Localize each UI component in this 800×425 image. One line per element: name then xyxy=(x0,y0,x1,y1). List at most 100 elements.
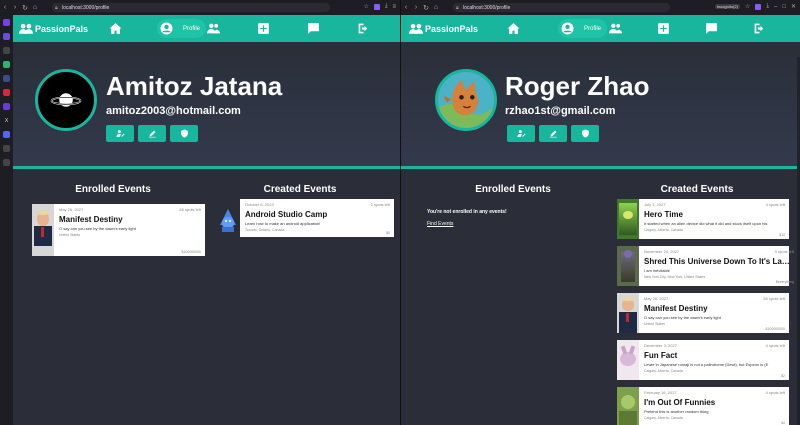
event-date: October 8, 2023 xyxy=(245,202,274,207)
enrolled-events-title: Enrolled Events xyxy=(75,184,151,195)
bookmark-icon[interactable]: ☆ xyxy=(745,3,750,10)
nav-create-event[interactable] xyxy=(257,19,270,38)
event-card[interactable]: May 26, 2027 66 spots left Manifest Dest… xyxy=(617,293,789,333)
event-thumbnail xyxy=(617,293,639,333)
nav-home[interactable] xyxy=(507,19,520,38)
event-title: Hero Time xyxy=(644,210,683,219)
user-circle-icon xyxy=(561,22,574,35)
browser-sidebar: X xyxy=(0,15,13,425)
find-events-link[interactable]: Find Events xyxy=(427,221,453,227)
lock-icon: 🔒︎ xyxy=(55,4,58,11)
sidebar-app-icon[interactable] xyxy=(3,19,10,26)
sidebar-app-icon[interactable] xyxy=(3,33,10,40)
event-card[interactable]: December 3, 2027 4 spots left Fun Fact L… xyxy=(617,340,789,380)
home-icon[interactable]: ⌂ xyxy=(30,4,40,11)
nav-logout[interactable] xyxy=(753,19,766,38)
event-price: $100000000 xyxy=(181,250,201,254)
sidebar-app-icon[interactable] xyxy=(3,61,10,68)
nav-friends[interactable] xyxy=(207,19,220,38)
x-icon[interactable]: X xyxy=(3,117,10,124)
event-thumbnail xyxy=(617,246,639,286)
lock-icon: 🔒︎ xyxy=(456,4,459,11)
security-button[interactable] xyxy=(170,125,198,142)
nav-messages[interactable] xyxy=(705,19,718,38)
sidebar-app-icon[interactable] xyxy=(3,89,10,96)
event-spots: 66 spots left xyxy=(763,296,785,301)
event-spots: 2 spots left xyxy=(370,202,390,207)
nav-profile[interactable]: Profile xyxy=(558,19,608,38)
android-studio-icon xyxy=(220,209,236,232)
brand-logo[interactable]: PassionPals xyxy=(19,23,88,34)
event-thumbnail xyxy=(617,340,639,380)
home-icon xyxy=(109,23,122,34)
profile-header: Roger Zhao rzhao1st@gmail.com xyxy=(401,42,800,169)
browser-window-right: ‹ › ↻ ⌂ 🔒︎ localhost:3000/profile Incogn… xyxy=(400,0,800,425)
brand-logo[interactable]: PassionPals xyxy=(409,23,478,34)
users-icon xyxy=(207,23,220,34)
forward-icon[interactable]: › xyxy=(411,4,421,11)
chat-icon xyxy=(706,23,717,34)
sidebar-app-icon[interactable] xyxy=(3,47,10,54)
nav-profile-label: Profile xyxy=(584,25,602,32)
event-title: Shred This Universe Down To It's Last At… xyxy=(644,257,794,266)
event-price: $0 xyxy=(386,231,390,235)
event-price: $4 xyxy=(781,421,785,425)
reload-icon[interactable]: ↻ xyxy=(20,4,30,12)
edit-profile-button[interactable] xyxy=(106,125,134,142)
nav-messages[interactable] xyxy=(307,19,320,38)
close-icon[interactable]: ✕ xyxy=(791,3,796,10)
back-icon[interactable]: ‹ xyxy=(401,4,411,11)
nav-logout[interactable] xyxy=(357,19,370,38)
event-spots: 4 spots left xyxy=(765,202,785,207)
back-icon[interactable]: ‹ xyxy=(0,4,10,11)
maximize-icon[interactable]: □ xyxy=(782,4,786,10)
event-location: Calgary, Alberta, Canada xyxy=(644,228,683,232)
event-card[interactable]: May 26, 2027 66 spots left Manifest Dest… xyxy=(32,204,205,256)
event-price: $10 xyxy=(779,233,785,237)
event-card[interactable]: October 8, 2023 2 spots left Android Stu… xyxy=(216,199,394,237)
event-description: It started when an alien device did what… xyxy=(644,221,768,226)
security-button[interactable] xyxy=(571,125,599,142)
event-spots: 66 spots left xyxy=(179,207,201,212)
download-icon[interactable]: ⤓ xyxy=(766,3,769,10)
minimize-icon[interactable]: – xyxy=(774,4,777,10)
address-bar[interactable]: 🔒︎ localhost:3000/profile xyxy=(453,3,670,12)
download-icon[interactable]: ⤓ xyxy=(385,3,388,10)
menu-icon[interactable]: ≡ xyxy=(392,4,396,10)
browser-window-left: ‹ › ↻ ⌂ 🔒︎ localhost:3000/profile ☆ ⤓ ≡ … xyxy=(0,0,400,425)
pencil-icon xyxy=(148,130,156,138)
home-icon[interactable]: ⌂ xyxy=(431,4,441,11)
nav-profile[interactable]: Profile xyxy=(157,19,207,38)
event-description: Pretend this is another random thing xyxy=(644,409,709,414)
url-text: localhost:3000/profile xyxy=(62,4,110,11)
forward-icon[interactable]: › xyxy=(10,4,20,11)
sidebar-app-icon[interactable] xyxy=(3,75,10,82)
sidebar-app-icon[interactable] xyxy=(3,103,10,110)
sidebar-app-icon[interactable] xyxy=(3,159,10,166)
reload-icon[interactable]: ↻ xyxy=(421,4,431,12)
discord-icon[interactable] xyxy=(3,131,10,138)
sidebar-app-icon[interactable] xyxy=(3,145,10,152)
nav-home[interactable] xyxy=(109,19,122,38)
edit-bio-button[interactable] xyxy=(539,125,567,142)
event-spots: 4 spots left xyxy=(765,343,785,348)
event-location: United States xyxy=(59,233,81,237)
extension-icon[interactable] xyxy=(373,3,380,10)
bookmark-icon[interactable]: ☆ xyxy=(363,3,368,10)
top-nav: PassionPals Profile xyxy=(401,15,800,42)
nav-create-event[interactable] xyxy=(657,19,670,38)
edit-profile-button[interactable] xyxy=(507,125,535,142)
avatar xyxy=(35,69,97,131)
event-card[interactable]: February 16, 2027 4 spots left I'm Out O… xyxy=(617,387,789,425)
profile-name: Roger Zhao xyxy=(505,71,650,101)
extension-icon[interactable] xyxy=(755,3,762,10)
address-bar[interactable]: 🔒︎ localhost:3000/profile xyxy=(52,3,330,12)
event-card[interactable]: November 24, 2027 9 spots left Shred Thi… xyxy=(617,246,794,286)
people-icon xyxy=(409,23,423,34)
created-events-title: Created Events xyxy=(263,184,337,195)
edit-bio-button[interactable] xyxy=(138,125,166,142)
profile-header: Amitoz Jatana amitoz2003@hotmail.com xyxy=(13,42,400,169)
nav-friends[interactable] xyxy=(609,19,622,38)
brand-name: PassionPals xyxy=(425,23,479,34)
event-card[interactable]: July 1, 2027 4 spots left Hero Time It s… xyxy=(617,199,789,239)
